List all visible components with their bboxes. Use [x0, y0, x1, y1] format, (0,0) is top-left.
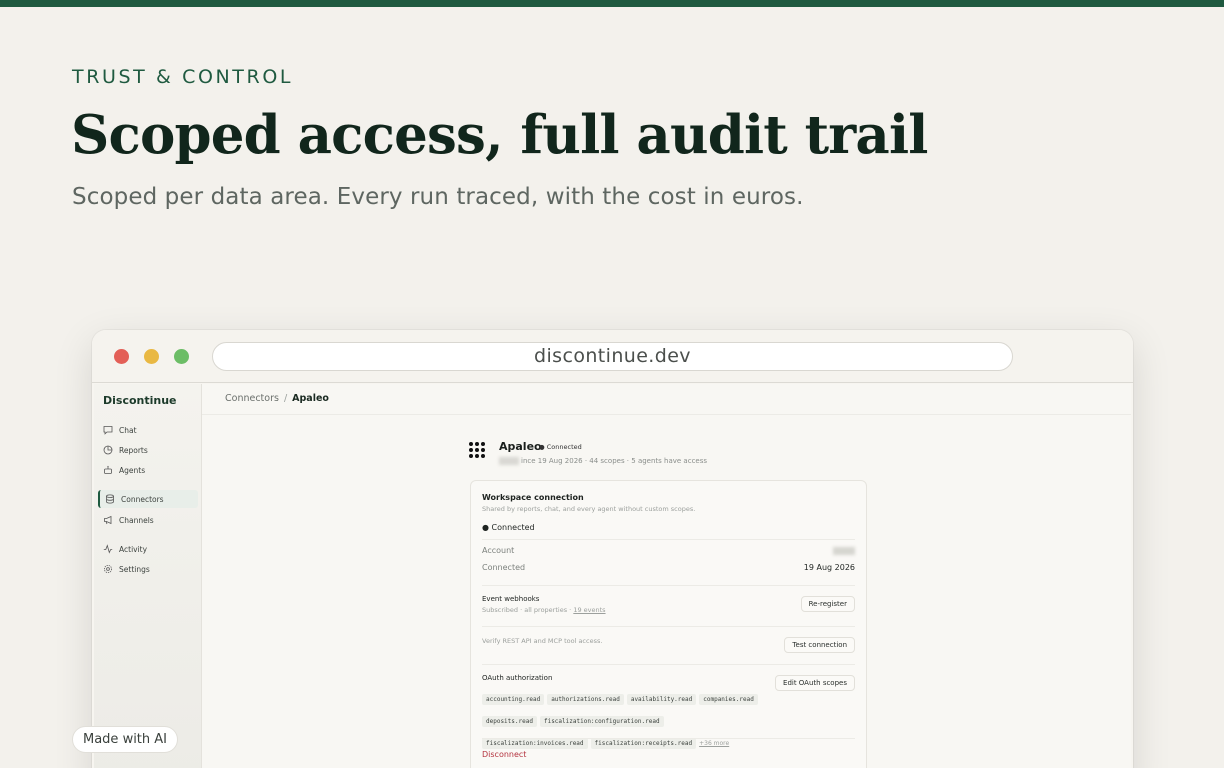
account-label: Account [482, 546, 515, 555]
connected-date: 19 Aug 2026 [803, 563, 855, 572]
re-register-button[interactable]: Re-register [800, 596, 855, 612]
webhooks-subtitle: Subscribed · all properties · 19 events [482, 606, 855, 614]
connected-label: Connected [482, 563, 526, 572]
made-with-ai-badge: Made with AI [72, 726, 179, 753]
top-accent-bar [0, 0, 1224, 7]
divider [482, 664, 855, 665]
pie-chart-icon [102, 444, 114, 456]
events-link[interactable]: 19 events [573, 606, 605, 614]
eyebrow-label: TRUST & CONTROL [72, 66, 294, 88]
test-connection-button[interactable]: Test connection [784, 637, 855, 653]
sidebar-item-label: Chat [119, 425, 137, 435]
redacted-account-value [833, 547, 855, 555]
maximize-window-button[interactable] [174, 349, 189, 364]
scope-chip-list: accounting.read authorizations.read availa… [482, 686, 766, 752]
connection-status: ● Connected [482, 523, 535, 532]
sidebar-item-label: Agents [119, 465, 146, 475]
status-badge-label: Connected [546, 443, 582, 451]
scope-chip: fiscalization:receipts.read [590, 738, 697, 749]
webhooks-title: Event webhooks [482, 595, 540, 603]
card-title: Workspace connection [482, 493, 584, 502]
address-bar[interactable]: discontinue.dev [212, 342, 1013, 371]
connection-status-label: Connected [491, 523, 535, 532]
megaphone-icon [102, 514, 114, 526]
divider [482, 539, 855, 540]
database-icon [104, 493, 116, 505]
app-viewport: Discontinue Chat Reports Agents Connecto… [94, 384, 1131, 768]
sidebar-item-label: Connectors [121, 494, 164, 504]
divider [482, 626, 855, 627]
disconnect-button[interactable]: Disconnect [482, 750, 855, 759]
connector-meta: ince 19 Aug 2026 · 44 scopes · 5 agents … [499, 457, 707, 465]
browser-window: discontinue.dev Discontinue Chat Reports [92, 330, 1133, 768]
scope-chip: fiscalization:invoices.read [482, 738, 588, 749]
sidebar-item-label: Activity [119, 544, 148, 554]
edit-oauth-scopes-button[interactable]: Edit OAuth scopes [775, 675, 855, 691]
browser-chrome: discontinue.dev [92, 330, 1133, 383]
scope-chip: authorizations.read [547, 694, 624, 705]
scope-chip: fiscalization:configuration.read [539, 716, 664, 727]
redacted-text [499, 457, 519, 465]
workspace-connection-card: Workspace connection Shared by reports, … [470, 480, 867, 768]
breadcrumb-current: Apaleo [292, 393, 329, 404]
scope-chip: availability.read [626, 694, 697, 705]
breadcrumb-connectors-link[interactable]: Connectors [225, 393, 279, 404]
card-subtitle: Shared by reports, chat, and every agent… [482, 505, 696, 513]
sidebar-item-settings[interactable]: Settings [98, 560, 198, 578]
scope-chip: companies.read [699, 694, 758, 705]
page-title: Scoped access, full audit trail [71, 104, 928, 166]
sidebar-item-activity[interactable]: Activity [98, 540, 198, 558]
brand-logo[interactable]: Discontinue [103, 394, 177, 407]
sidebar-item-connectors[interactable]: Connectors [98, 490, 198, 508]
gear-icon [102, 563, 114, 575]
minimize-window-button[interactable] [144, 349, 159, 364]
sidebar-item-label: Reports [119, 445, 148, 455]
divider [482, 738, 855, 739]
webhooks-subtitle-text: Subscribed · all properties · [482, 606, 572, 614]
apaleo-logo-icon [469, 442, 489, 462]
sidebar-item-channels[interactable]: Channels [98, 511, 198, 529]
page-subtitle: Scoped per data area. Every run traced, … [72, 184, 804, 210]
more-scopes-link[interactable]: +36 more [699, 740, 729, 747]
connector-name: Apaleo [499, 440, 542, 453]
breadcrumb: Connectors / Apaleo [202, 384, 1131, 415]
sidebar-item-label: Channels [119, 515, 154, 525]
scope-chip: deposits.read [482, 716, 537, 727]
sidebar: Discontinue Chat Reports Agents Connecto… [94, 384, 202, 768]
sidebar-item-label: Settings [119, 564, 150, 574]
sidebar-item-reports[interactable]: Reports [98, 441, 198, 459]
scope-chip: accounting.read [482, 694, 545, 705]
close-window-button[interactable] [114, 349, 129, 364]
breadcrumb-separator: / [283, 393, 288, 404]
status-badge: ● Connected [539, 443, 582, 451]
sidebar-item-agents[interactable]: Agents [98, 461, 198, 479]
activity-icon [102, 543, 114, 555]
sidebar-item-chat[interactable]: Chat [98, 421, 198, 439]
chat-icon [102, 424, 114, 436]
divider [482, 585, 855, 586]
robot-icon [102, 464, 114, 476]
connector-meta-text: ince 19 Aug 2026 · 44 scopes · 5 agents … [521, 457, 708, 465]
